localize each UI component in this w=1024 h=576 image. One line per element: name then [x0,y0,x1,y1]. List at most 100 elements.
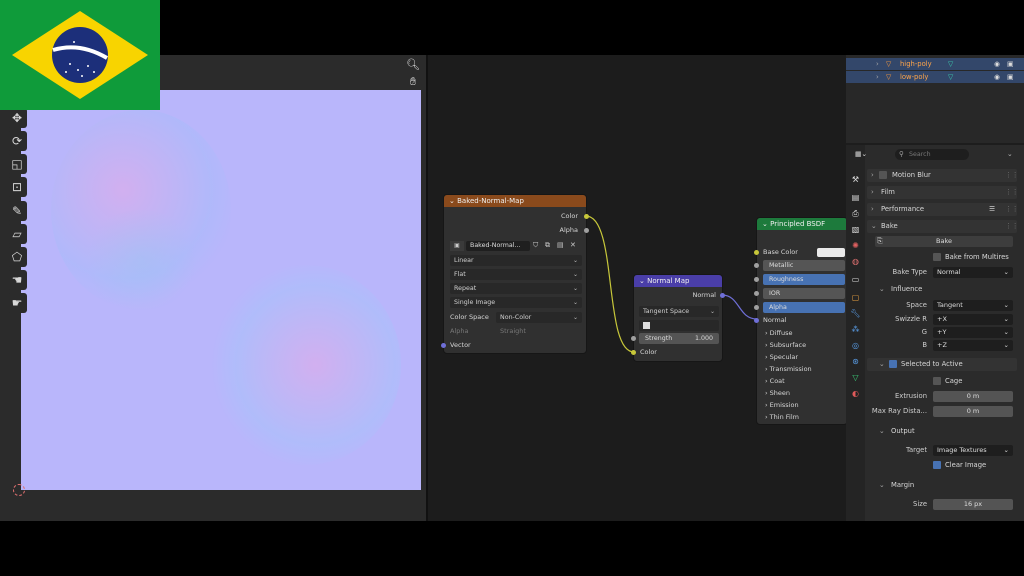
box-select-icon[interactable]: ▱ [7,224,27,244]
color-input-socket[interactable] [631,350,636,355]
ior-socket[interactable] [754,291,759,296]
normal-map-node-header[interactable]: ⌄ Normal Map [634,275,722,287]
pan-hand-icon[interactable]: ✋︎ [404,73,422,91]
transform-icon[interactable]: ⊡ [7,177,27,197]
alpha-field[interactable]: Alpha [754,302,845,313]
object-tab-icon[interactable]: ▢ [849,291,862,304]
eye-icon[interactable]: ◉ [994,58,1000,70]
subsection-selected-to-active[interactable]: ⌄ Selected to Active [867,358,1017,371]
target-dropdown[interactable]: Image Textures ⌄ [933,445,1013,456]
image-node-header[interactable]: ⌄ Baked-Normal-Map [444,195,586,207]
image-browse-icon[interactable]: ▣ [450,241,464,251]
output-color-socket[interactable] [584,214,589,219]
drag-handle-icon[interactable]: ⋮⋮ [1005,203,1019,216]
margin-size-field[interactable]: 16 px [933,499,1013,510]
normal-map-canvas[interactable] [21,90,421,490]
chevron-down-icon[interactable]: ⌄ [1007,148,1013,161]
expand-chevron-icon[interactable]: › [876,71,879,83]
space-dropdown[interactable]: Tangent ⌄ [933,300,1013,311]
normal-space-dropdown[interactable]: Tangent Space ⌄ [639,306,719,317]
normal-output-socket[interactable] [720,293,725,298]
duplicate-icon[interactable]: ⧉ [545,241,555,251]
collapse-chevron-icon[interactable]: ⌄ [449,197,455,205]
eye-icon[interactable]: ◉ [994,71,1000,83]
relax-icon[interactable]: ☛ [7,293,27,313]
rotate-icon[interactable]: ⟳ [7,131,27,151]
constraints-tab-icon[interactable]: ⊛ [849,355,862,368]
list-icon[interactable]: ☰ [989,203,995,216]
collection-tab-icon[interactable]: ▭ [849,273,862,286]
section-film[interactable]: › Film ⋮⋮ [867,186,1019,199]
strength-field[interactable]: Strength 1.000 [639,333,719,344]
annotate-icon[interactable]: ✎ [7,201,27,221]
bake-from-multires-checkbox[interactable] [933,253,941,261]
vector-input-socket[interactable] [441,343,446,348]
particles-tab-icon[interactable]: ⁂ [849,323,862,336]
panel-sheen[interactable]: › Sheen [757,388,847,399]
panel-specular[interactable]: › Specular [757,352,847,363]
base-color-swatch[interactable] [817,248,845,257]
normal-input-socket[interactable] [754,318,759,323]
panel-emission[interactable]: › Emission [757,400,847,411]
drag-handle-icon[interactable]: ⋮⋮ [1005,169,1019,182]
section-bake[interactable]: ⌄ Bake ⋮⋮ [867,220,1019,233]
world-tab-icon[interactable]: ◍ [849,255,862,268]
drag-handle-icon[interactable]: ⋮⋮ [1005,186,1019,199]
swizzle-g-dropdown[interactable]: +Y ⌄ [933,327,1013,338]
swizzle-b-dropdown[interactable]: +Z ⌄ [933,340,1013,351]
camera-icon[interactable]: ▣ [1007,71,1013,83]
rip-icon[interactable]: ⬠ [7,247,27,267]
scale-icon[interactable]: ◱ [7,154,27,174]
uv-map-field[interactable] [639,320,719,331]
fake-user-shield-icon[interactable]: ⛉ [533,241,543,251]
swizzle-r-dropdown[interactable]: +X ⌄ [933,314,1013,325]
view-layer-tab-icon[interactable]: ▧ [849,223,862,236]
interpolation-dropdown[interactable]: Linear ⌄ [450,255,582,266]
render-tab-icon[interactable]: ▤ [849,191,862,204]
outliner-item-low-poly[interactable]: › ▽ low-poly ▽ ◉ ▣ [846,71,1024,83]
panel-subsurface[interactable]: › Subsurface [757,340,847,351]
expand-chevron-icon[interactable]: › [876,58,879,70]
image-texture-node[interactable]: ⌄ Baked-Normal-Map Color Alpha ▣ Baked-N… [441,194,589,354]
subsection-margin[interactable]: ⌄ Margin [867,479,1017,492]
section-performance[interactable]: › Performance ☰ ⋮⋮ [867,203,1019,216]
metallic-field[interactable]: Metallic [754,260,845,271]
collapse-chevron-icon[interactable]: ⌄ [639,277,645,285]
move-icon[interactable]: ✥ [7,108,27,128]
physics-tab-icon[interactable]: ◎ [849,339,862,352]
output-alpha-socket[interactable] [584,228,589,233]
section-motion-blur[interactable]: › Motion Blur ⋮⋮ [867,169,1019,182]
material-tab-icon[interactable]: ◐ [849,387,862,400]
selected-to-active-checkbox[interactable] [889,360,897,368]
subsection-influence[interactable]: ⌄ Influence [867,283,1017,296]
cage-checkbox[interactable] [933,377,941,385]
roughness-socket[interactable] [754,277,759,282]
ior-field[interactable]: IOR [754,288,845,299]
roughness-field[interactable]: Roughness [754,274,845,285]
output-tab-icon[interactable]: ⎙ [849,207,862,220]
close-icon[interactable]: ✕ [570,241,580,251]
bsdf-node-header[interactable]: ⌄ Principled BSDF [757,218,847,230]
open-folder-icon[interactable]: ▤ [557,241,567,251]
panel-thin-film[interactable]: › Thin Film [757,412,847,423]
extrusion-field[interactable]: 0 m [933,391,1013,402]
max-ray-field[interactable]: 0 m [933,406,1013,417]
panel-diffuse[interactable]: › Diffuse [757,328,847,339]
strength-input-socket[interactable] [631,336,636,341]
bake-button[interactable]: Bake [875,236,1013,247]
base-color-socket[interactable] [754,250,759,255]
projection-dropdown[interactable]: Flat ⌄ [450,269,582,280]
grab-hand-icon[interactable]: ☚ [7,270,27,290]
source-dropdown[interactable]: Single Image ⌄ [450,297,582,308]
principled-bsdf-node[interactable]: ⌄ Principled BSDF Base Color Metallic Ro… [754,217,848,425]
scene-tab-icon[interactable]: ✺ [849,239,862,252]
bake-type-dropdown[interactable]: Normal ⌄ [933,267,1013,278]
search-input[interactable]: Search [895,149,969,160]
panel-coat[interactable]: › Coat [757,376,847,387]
image-name-field[interactable]: Baked-Normal... [466,241,530,251]
collapse-chevron-icon[interactable]: ⌄ [762,220,768,228]
editor-type-icon[interactable]: ▦⌄ [855,148,867,161]
zoom-icon[interactable]: 🔍︎ [404,55,422,73]
alpha-socket[interactable] [754,305,759,310]
drag-handle-icon[interactable]: ⋮⋮ [1005,220,1019,233]
